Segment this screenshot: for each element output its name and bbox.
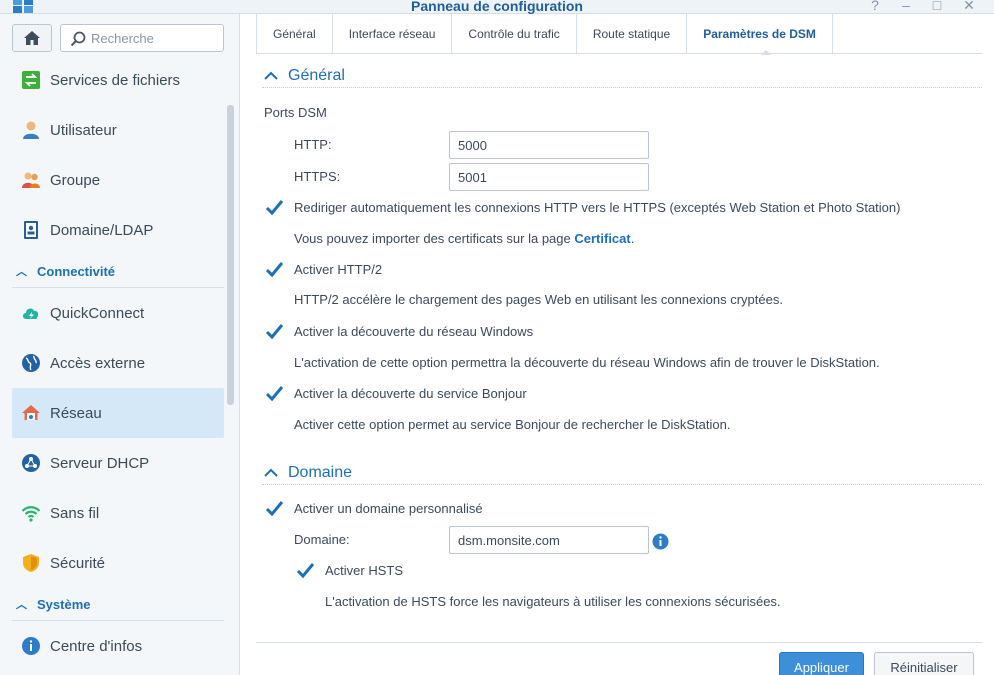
sidebar-item-user[interactable]: Utilisateur	[12, 105, 224, 155]
section-label: Connectivité	[37, 263, 116, 279]
hsts-checkbox[interactable]	[295, 561, 315, 581]
reset-button[interactable]: Réinitialiser	[874, 652, 974, 675]
redirect-https-checkbox[interactable]	[264, 198, 284, 218]
quickconnect-icon	[20, 302, 42, 324]
certificate-link[interactable]: Certificat	[574, 231, 630, 246]
sidebar-item-label: Utilisateur	[50, 121, 117, 139]
http-port-field[interactable]	[449, 131, 649, 159]
hsts-label: Activer HSTS	[325, 563, 404, 578]
sidebar-item-label: QuickConnect	[50, 304, 145, 322]
sidebar-item-quickconnect[interactable]: QuickConnect	[12, 288, 224, 338]
sidebar-item-dhcp-server[interactable]: Serveur DHCP	[12, 438, 224, 488]
footer-divider	[256, 642, 982, 643]
sidebar-item-label: Sans fil	[50, 504, 100, 522]
shield-icon	[20, 552, 42, 574]
sidebar-item-label: Centre d'infos	[50, 637, 143, 655]
redirect-https-label: Rediriger automatiquement les connexions…	[294, 200, 901, 215]
user-icon	[20, 119, 42, 141]
sidebar-item-domain-ldap[interactable]: Domaine/LDAP	[12, 205, 224, 255]
info-center-icon	[20, 635, 42, 657]
sidebar-item-label: Accès externe	[50, 354, 146, 372]
tab-traffic-control[interactable]: Contrôle du trafic	[452, 14, 577, 54]
search-icon	[70, 31, 86, 47]
sidebar-item-network[interactable]: Réseau	[12, 388, 224, 438]
maximize-icon[interactable]: □	[929, 0, 945, 13]
apply-button[interactable]: Appliquer	[779, 652, 864, 675]
help-icon[interactable]: ?	[867, 0, 883, 13]
tab-network-interface[interactable]: Interface réseau	[333, 14, 453, 54]
section-domain-title: Domaine	[288, 463, 353, 481]
home-icon	[24, 31, 40, 45]
sidebar-nav: Services de fichiers Utilisateur Groupe …	[12, 55, 224, 671]
search-box[interactable]	[60, 24, 224, 52]
https-port-field[interactable]	[449, 163, 649, 191]
chevron-up-icon: ︿	[16, 266, 27, 278]
tab-dsm-settings[interactable]: Paramètres de DSM	[687, 14, 833, 55]
tab-bar: Général Interface réseau Contrôle du tra…	[256, 14, 982, 55]
windows-discovery-checkbox[interactable]	[264, 322, 284, 342]
section-connectivity[interactable]: ︿ Connectivité	[12, 255, 224, 288]
dhcp-server-icon	[20, 452, 42, 474]
https-port-label: HTTPS:	[294, 169, 341, 184]
tab-general[interactable]: Général	[256, 14, 333, 54]
bonjour-note: Activer cette option permet au service B…	[294, 417, 731, 432]
http2-checkbox[interactable]	[264, 260, 284, 280]
sidebar-item-external-access[interactable]: Accès externe	[12, 338, 224, 388]
sidebar: Services de fichiers Utilisateur Groupe …	[0, 14, 240, 675]
sidebar-item-group[interactable]: Groupe	[12, 155, 224, 205]
sidebar-item-label: Domaine/LDAP	[50, 221, 154, 239]
search-input[interactable]	[91, 29, 219, 47]
chevron-up-icon: ︿	[16, 599, 27, 611]
sidebar-scrollbar[interactable]	[227, 105, 234, 405]
section-label: Système	[37, 596, 91, 612]
domain-ldap-icon	[20, 219, 42, 241]
sidebar-item-wireless[interactable]: Sans fil	[12, 488, 224, 538]
section-system[interactable]: ︿ Système	[12, 588, 224, 621]
custom-domain-label: Activer un domaine personnalisé	[294, 501, 483, 516]
http2-note: HTTP/2 accélère le chargement des pages …	[294, 292, 783, 307]
network-icon	[20, 402, 42, 424]
title-bar: Panneau de configuration ? – □ ✕	[0, 0, 994, 14]
dsm-ports-label: Ports DSM	[264, 105, 327, 120]
bonjour-label: Activer la découverte du service Bonjour	[294, 386, 527, 401]
sidebar-scrollbar-thumb[interactable]	[227, 105, 234, 405]
bonjour-checkbox[interactable]	[264, 384, 284, 404]
sidebar-item-security[interactable]: Sécurité	[12, 538, 224, 588]
http-port-label: HTTP:	[294, 137, 332, 152]
sidebar-item-label: Réseau	[50, 404, 102, 422]
sidebar-item-info-center[interactable]: Centre d'infos	[12, 621, 224, 671]
wireless-icon	[20, 502, 42, 524]
sidebar-item-label: Serveur DHCP	[50, 454, 150, 472]
info-icon[interactable]	[652, 533, 669, 550]
windows-discovery-note: L'activation de cette option permettra l…	[294, 355, 880, 370]
certificate-note-end: .	[630, 231, 635, 246]
domain-field[interactable]	[449, 526, 649, 554]
sidebar-item-label: Groupe	[50, 171, 101, 189]
file-services-icon	[20, 69, 42, 91]
tab-static-route[interactable]: Route statique	[577, 14, 688, 54]
section-general-header[interactable]: Général	[262, 64, 982, 88]
section-general-title: Général	[288, 66, 345, 84]
domain-label: Domaine:	[294, 532, 350, 547]
external-access-icon	[20, 352, 42, 374]
chevron-up-icon	[264, 464, 278, 482]
sidebar-item-label: Sécurité	[50, 554, 106, 572]
group-icon	[20, 169, 42, 191]
hsts-note: L'activation de HSTS force les navigateu…	[325, 594, 781, 609]
custom-domain-checkbox[interactable]	[264, 499, 284, 519]
certificate-note-text: Vous pouvez importer des certificats sur…	[294, 231, 575, 246]
sidebar-item-label: Services de fichiers	[50, 71, 181, 89]
window-title: Panneau de configuration	[411, 0, 583, 14]
windows-discovery-label: Activer la découverte du réseau Windows	[294, 324, 534, 339]
close-icon[interactable]: ✕	[961, 0, 977, 14]
chevron-up-icon	[264, 67, 278, 85]
sidebar-item-file-services[interactable]: Services de fichiers	[12, 55, 224, 105]
section-domain-header[interactable]: Domaine	[262, 461, 982, 485]
home-button[interactable]	[12, 24, 52, 52]
certificate-note: Vous pouvez importer des certificats sur…	[294, 231, 634, 246]
http2-label: Activer HTTP/2	[294, 262, 383, 277]
minimize-icon[interactable]: –	[898, 0, 914, 13]
